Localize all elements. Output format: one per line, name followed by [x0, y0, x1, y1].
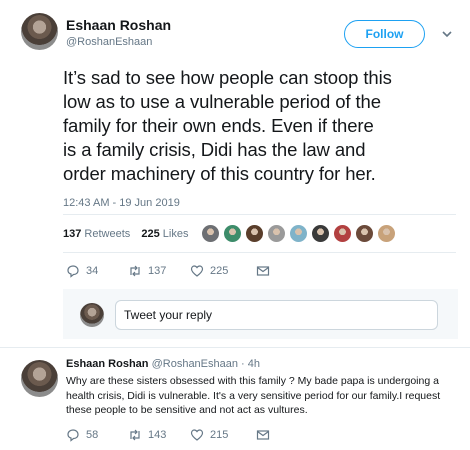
tweet-text-line: It’s sad to see how people can stoop thi… [63, 67, 392, 88]
reply-header: Eshaan Roshan @RoshanEshaan · 4h [66, 358, 260, 370]
liker-avatar[interactable] [377, 224, 396, 243]
follow-button[interactable]: Follow [344, 20, 425, 48]
retweet-count: 143 [148, 429, 167, 441]
reply-action[interactable]: 58 [66, 428, 128, 442]
likes-label[interactable]: Likes [163, 228, 189, 240]
tweet-text-line: family for their own ends. Even if there [63, 115, 374, 136]
chevron-down-icon[interactable] [440, 27, 454, 41]
retweet-icon [130, 429, 140, 441]
liker-avatar[interactable] [289, 224, 308, 243]
tweet-text-line: is a family crisis, Didi has the law and [63, 139, 366, 160]
direct-message-icon [256, 430, 270, 440]
divider [0, 347, 470, 348]
like-icon [190, 429, 204, 441]
like-action[interactable]: 215 [190, 428, 256, 442]
retweet-action[interactable]: 143 [128, 428, 190, 442]
direct-message-action[interactable] [256, 264, 276, 278]
tweet-actions: 34 137 225 [66, 264, 276, 278]
liker-avatar[interactable] [245, 224, 264, 243]
retweet-count: 137 [148, 265, 167, 277]
likes-count[interactable]: 225 [141, 228, 159, 240]
divider [63, 214, 456, 215]
author-handle[interactable]: @RoshanEshaan [66, 36, 152, 48]
divider [63, 252, 456, 253]
reply-text-line: health crisis, Didi is vulnerable. It's … [66, 389, 441, 402]
tweet-text-line: order machinery of this country for her. [63, 163, 376, 184]
reply-author-avatar[interactable] [21, 360, 58, 397]
reply-action[interactable]: 34 [66, 264, 128, 278]
direct-message-icon [256, 266, 270, 276]
tweet-stats: 137 Retweets 225 Likes [63, 228, 188, 240]
reply-text: Why are these sisters obsessed with this… [66, 374, 461, 418]
liker-avatar[interactable] [223, 224, 242, 243]
retweets-label[interactable]: Retweets [84, 228, 130, 240]
author-avatar[interactable] [21, 13, 58, 50]
direct-message-action[interactable] [256, 428, 276, 442]
reply-count: 58 [86, 429, 99, 441]
retweet-icon [130, 265, 140, 277]
reply-separator: · [241, 358, 245, 370]
reply-composer: Tweet your reply [63, 289, 458, 339]
like-icon [190, 265, 204, 277]
reply-text-line: these people to be sensitive and not act… [66, 404, 308, 416]
reply-author-handle[interactable]: @RoshanEshaan [152, 358, 238, 370]
reply-text-line: Why are these sisters obsessed with this… [66, 375, 439, 387]
tweet-text-line: low as to use a vulnerable period of the [63, 91, 381, 112]
like-action[interactable]: 225 [190, 264, 256, 278]
tweet-timestamp[interactable]: 12:43 AM - 19 Jun 2019 [63, 197, 180, 209]
like-count: 215 [210, 429, 229, 441]
reply-icon [67, 265, 79, 278]
retweet-action[interactable]: 137 [128, 264, 190, 278]
liker-avatar[interactable] [311, 224, 330, 243]
reply-icon [67, 429, 79, 442]
liker-avatar[interactable] [355, 224, 374, 243]
reply-input[interactable]: Tweet your reply [115, 300, 438, 330]
author-name[interactable]: Eshaan Roshan [66, 17, 171, 33]
reply-actions: 58 143 215 [66, 428, 276, 442]
reply-time[interactable]: 4h [248, 358, 260, 370]
liker-avatar[interactable] [267, 224, 286, 243]
liker-avatars [201, 224, 399, 243]
liker-avatar[interactable] [333, 224, 352, 243]
retweets-count[interactable]: 137 [63, 228, 81, 240]
like-count: 225 [210, 265, 229, 277]
tweet-text: It’s sad to see how people can stoop thi… [63, 66, 467, 186]
reply-count: 34 [86, 265, 99, 277]
reply-author-name[interactable]: Eshaan Roshan [66, 358, 149, 370]
liker-avatar[interactable] [201, 224, 220, 243]
current-user-avatar [80, 303, 104, 327]
